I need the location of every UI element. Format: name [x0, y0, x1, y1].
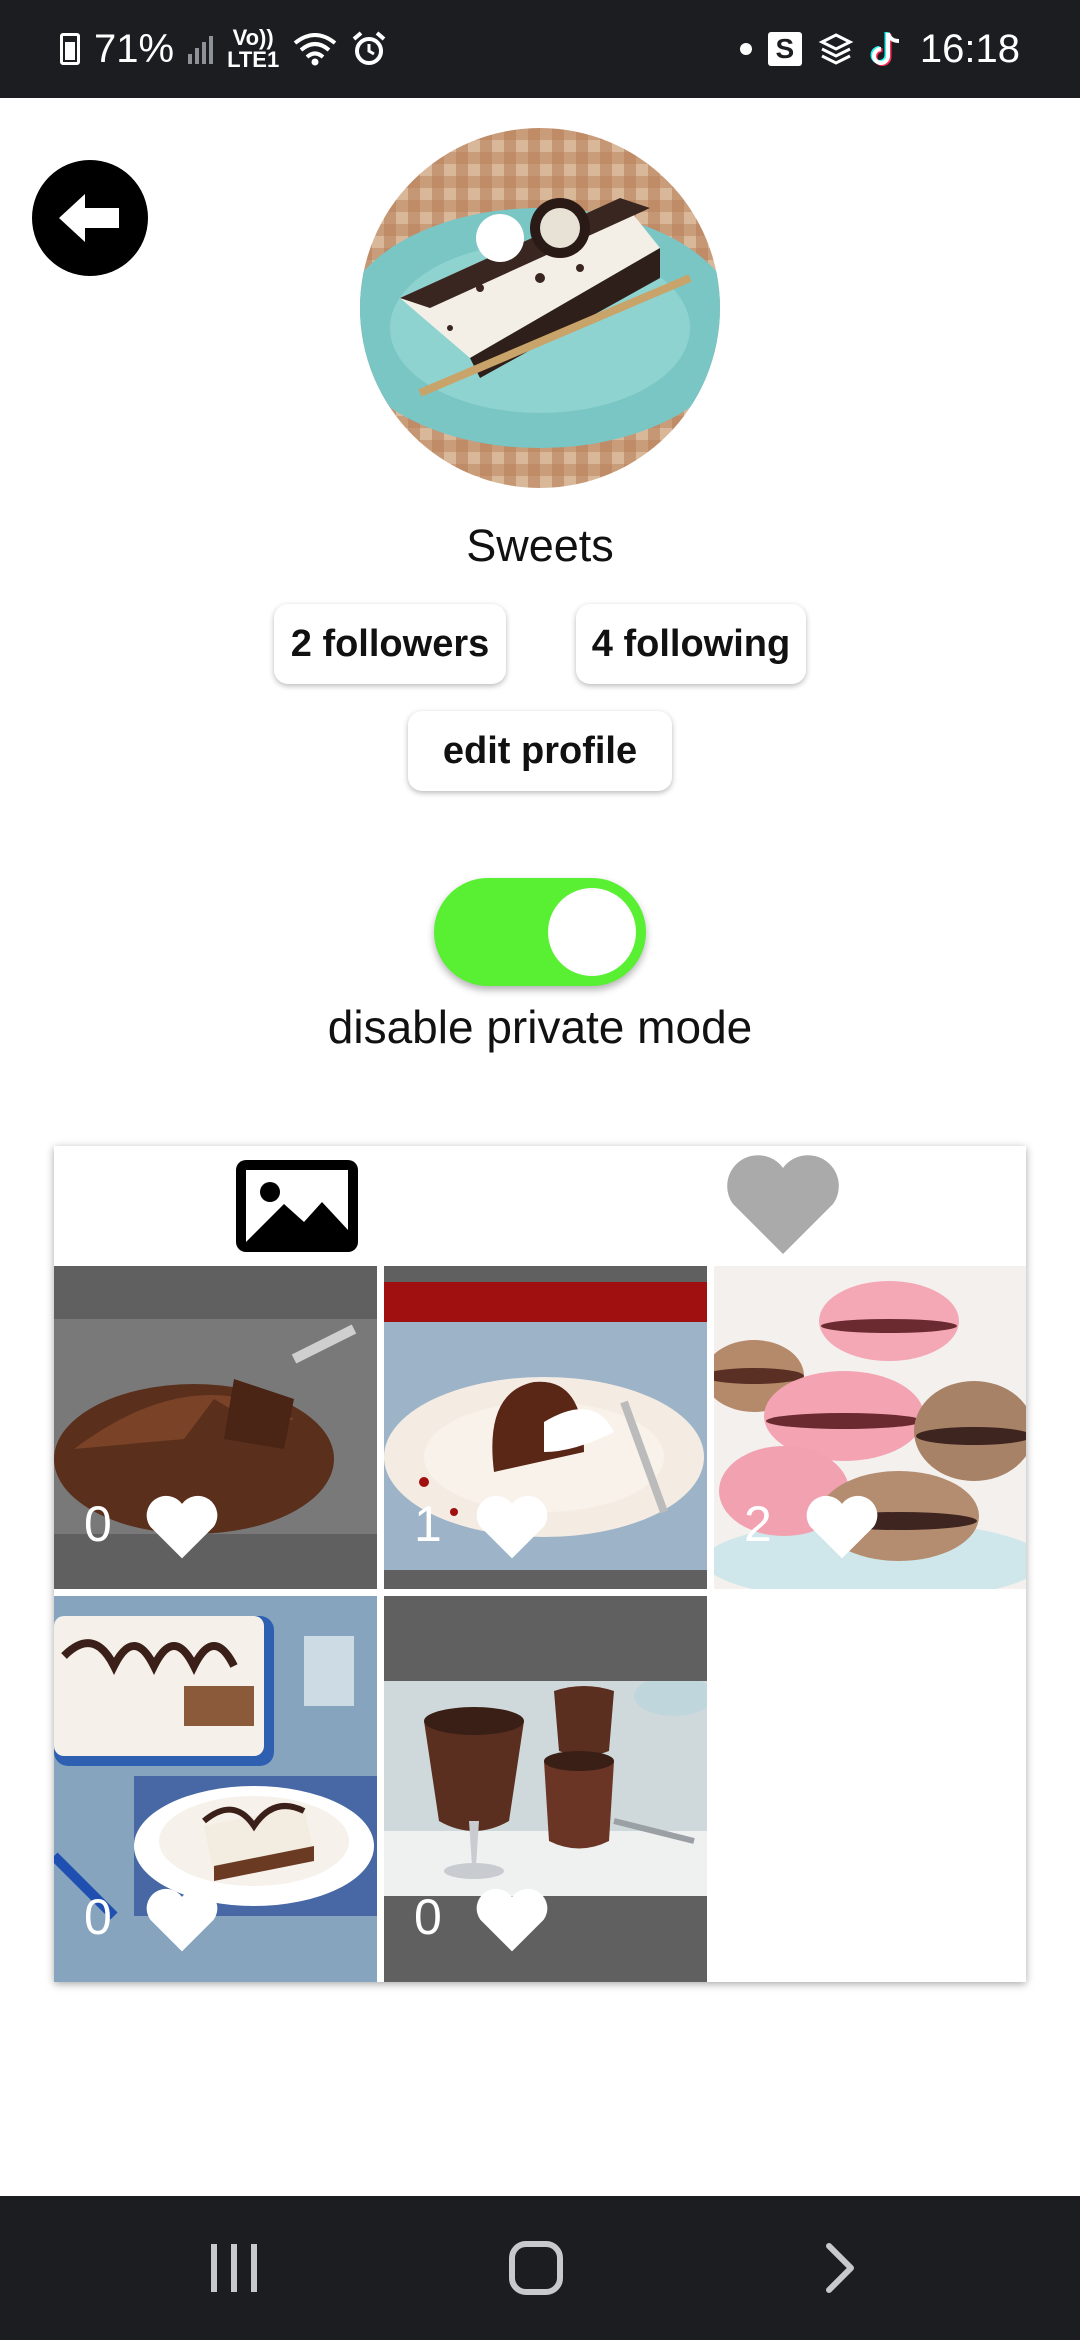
- heart-icon[interactable]: [804, 1495, 880, 1561]
- status-right: S 16:18: [739, 0, 1020, 98]
- followers-button[interactable]: 2 followers: [274, 604, 506, 684]
- profile-name: Sweets: [466, 520, 614, 571]
- private-mode-label: disable private mode: [327, 1001, 753, 1053]
- posts-gallery: 0 1 2 0 0: [54, 1146, 1026, 1982]
- heart-icon[interactable]: [474, 1495, 550, 1561]
- home-icon: [509, 2241, 563, 2295]
- like-count: 0: [414, 1889, 442, 1945]
- post-tile[interactable]: 2: [714, 1266, 1026, 1589]
- following-button[interactable]: 4 following: [576, 604, 806, 684]
- recent-apps-button[interactable]: [154, 2196, 314, 2340]
- heart-icon: [727, 1155, 839, 1254]
- edit-profile-button[interactable]: edit profile: [408, 711, 672, 791]
- nav-back-button[interactable]: [760, 2196, 920, 2340]
- status-left: 71% Vo)) LTE1: [60, 0, 387, 98]
- post-tile[interactable]: 0: [384, 1596, 707, 1982]
- lte-text: LTE1: [227, 47, 280, 72]
- status-bar: 71% Vo)) LTE1 S 16:18: [0, 0, 1080, 98]
- like-count: 1: [414, 1496, 442, 1552]
- battery-percent: 71%: [94, 26, 175, 71]
- tab-likes[interactable]: [540, 1146, 1026, 1266]
- private-mode-toggle[interactable]: [434, 878, 646, 986]
- avatar[interactable]: [360, 128, 720, 488]
- heart-icon[interactable]: [474, 1888, 550, 1954]
- heart-icon[interactable]: [144, 1888, 220, 1954]
- toggle-knob: [548, 888, 636, 976]
- wifi-icon: [293, 33, 337, 66]
- tab-photos[interactable]: [54, 1146, 540, 1266]
- arrow-left-icon: [59, 194, 119, 242]
- post-tile[interactable]: 1: [384, 1266, 707, 1589]
- volte-text: Vo)): [232, 25, 274, 50]
- signal-icon: [188, 34, 214, 64]
- alarm-icon: [352, 31, 386, 65]
- post-tile[interactable]: 0: [54, 1596, 377, 1982]
- notification-dot-icon: [739, 43, 752, 55]
- gallery-tabs: [54, 1146, 1026, 1266]
- s-app-icon: S: [767, 32, 802, 66]
- like-count: 0: [84, 1496, 112, 1552]
- heart-icon[interactable]: [144, 1495, 220, 1561]
- clock: 16:18: [919, 26, 1020, 71]
- like-count: 2: [744, 1496, 772, 1552]
- tiktok-icon: [870, 32, 899, 66]
- like-count: 0: [84, 1889, 112, 1945]
- back-button[interactable]: [32, 160, 148, 276]
- image-icon: [236, 1160, 358, 1252]
- volte-indicator: Vo)) LTE1: [227, 27, 279, 71]
- system-nav-bar: [0, 2196, 1080, 2340]
- home-button[interactable]: [456, 2196, 616, 2340]
- recent-apps-icon: [211, 2244, 257, 2292]
- battery-icon: [60, 33, 80, 65]
- layers-app-icon: [818, 33, 854, 65]
- avatar-image: [360, 128, 720, 488]
- back-icon: [826, 2243, 854, 2293]
- post-image: [384, 1681, 707, 1896]
- post-tile[interactable]: 0: [54, 1266, 377, 1589]
